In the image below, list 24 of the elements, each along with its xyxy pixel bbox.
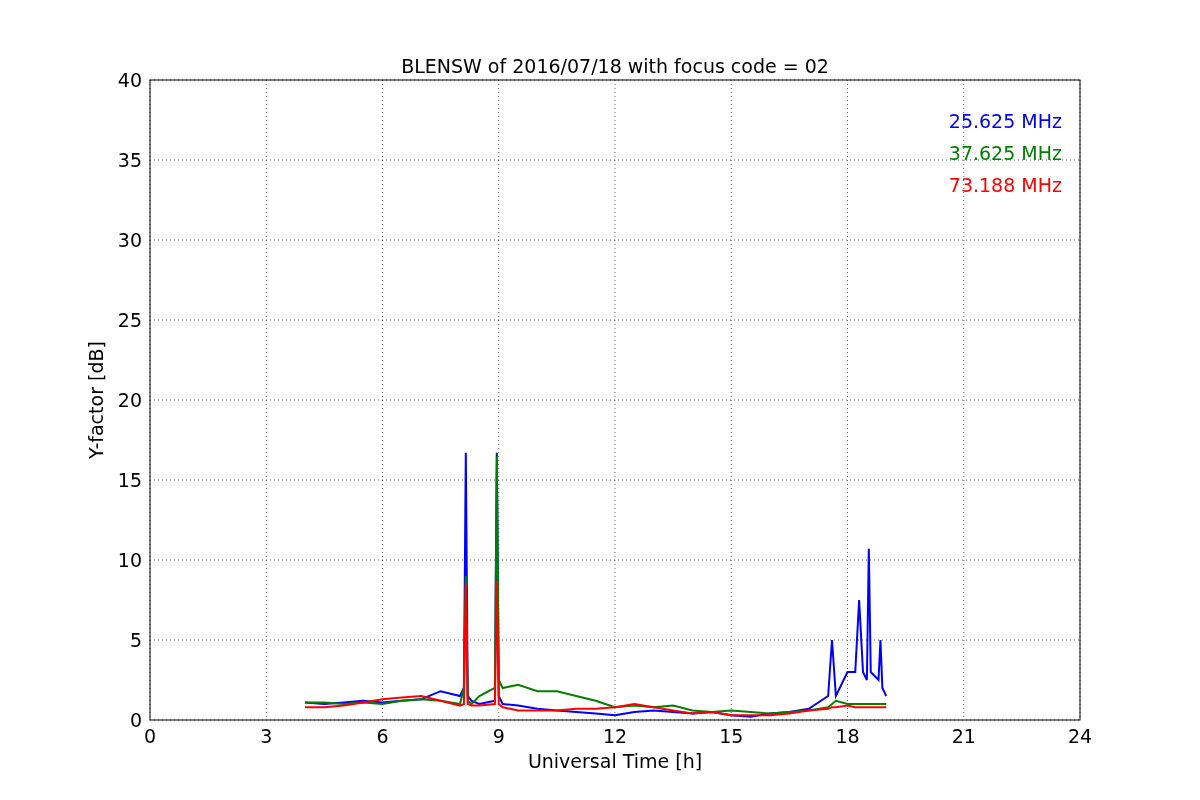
legend-entry: 37.625 MHz: [948, 142, 1062, 164]
tick-label: 0: [143, 725, 157, 747]
tick-label: 20: [117, 389, 142, 411]
tick-label: 10: [117, 549, 142, 571]
y-axis-label: Y-factor [dB]: [85, 341, 107, 459]
x-axis-label: Universal Time [h]: [527, 750, 703, 772]
tick-label: 3: [260, 725, 273, 747]
tick-label: 15: [117, 469, 142, 491]
legend-entry: 25.625 MHz: [948, 110, 1062, 132]
tick-label: 25: [117, 309, 142, 331]
tick-label: 6: [376, 725, 389, 747]
tick-label: 30: [117, 229, 142, 251]
legend-entry: 73.188 MHz: [948, 174, 1062, 196]
tick-label: 9: [492, 725, 505, 747]
tick-label: 0: [129, 709, 142, 731]
chart-title: BLENSW of 2016/07/18 with focus code = 02: [401, 55, 829, 77]
tick-label: 35: [117, 149, 142, 171]
tick-label: 12: [602, 725, 628, 747]
tick-label: 5: [129, 629, 142, 651]
tick-label: 24: [1067, 725, 1093, 747]
tick-label: 21: [951, 725, 976, 747]
tick-label: 18: [835, 725, 860, 747]
tick-label: 15: [719, 725, 744, 747]
tick-label: 40: [117, 69, 142, 91]
